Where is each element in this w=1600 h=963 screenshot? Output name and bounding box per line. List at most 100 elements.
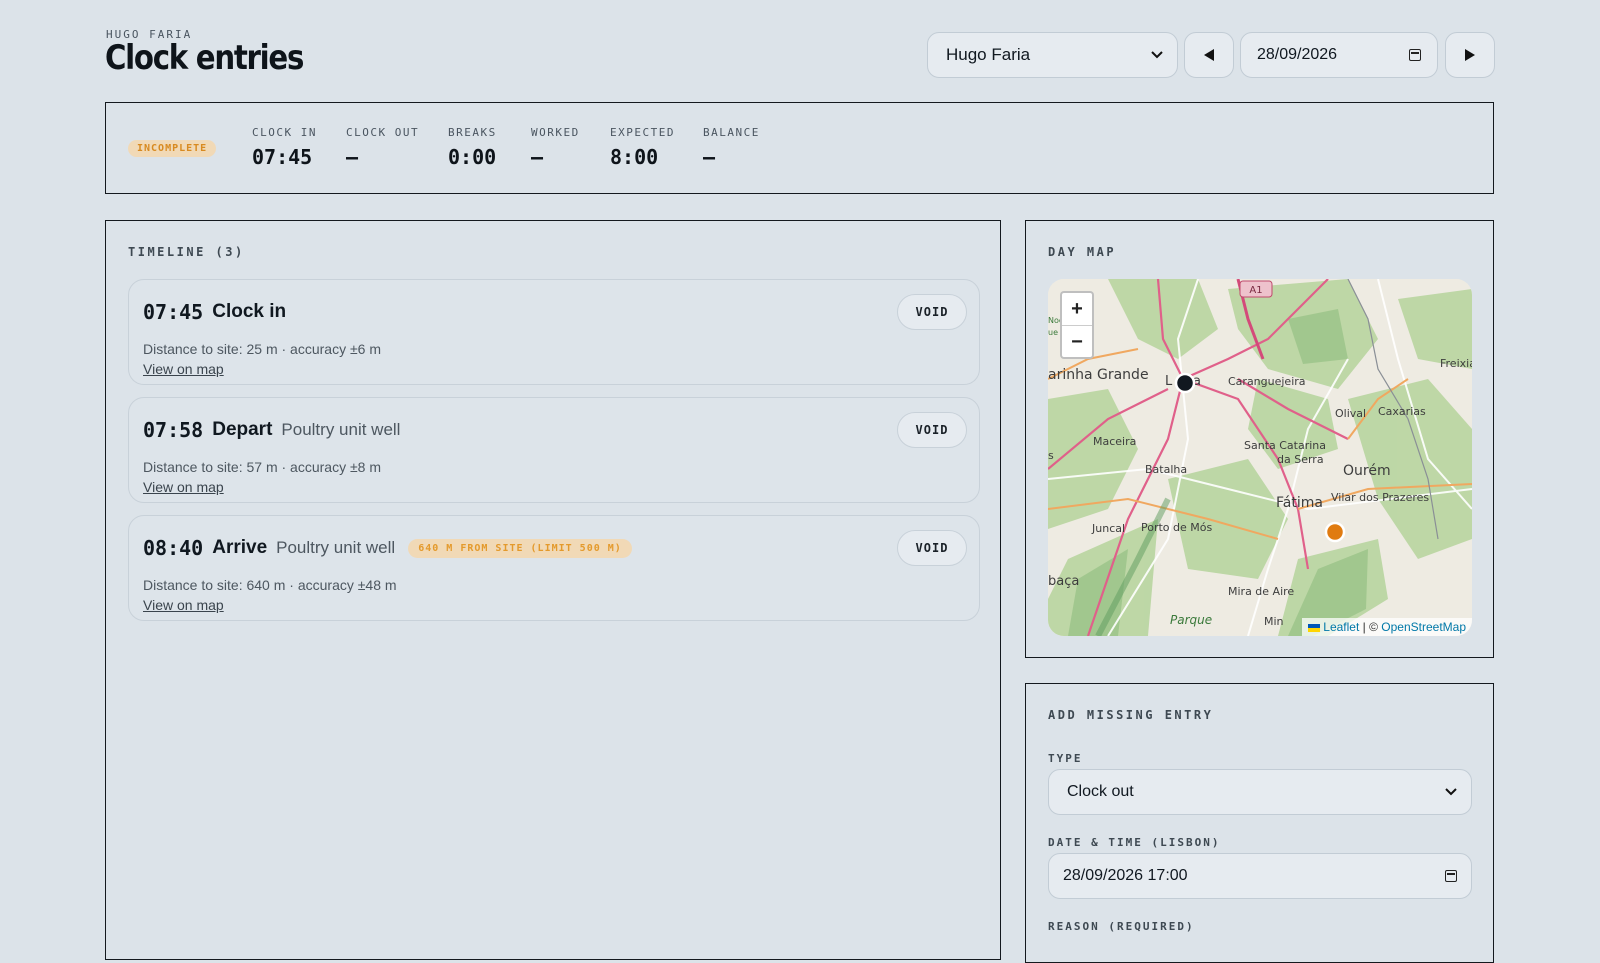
view-on-map-link[interactable]: View on map [143, 479, 224, 495]
leaflet-link[interactable]: Leaflet [1323, 620, 1359, 634]
entry-time: 07:45 [143, 300, 204, 324]
map-label: Caxarias [1378, 405, 1426, 418]
entry-place: Poultry unit well [281, 420, 401, 439]
entry-marker-primary [1174, 372, 1196, 394]
map-tiles: arinha Grande L a Caranguejeira Freixia … [1048, 279, 1472, 636]
stat-value: — [531, 145, 544, 169]
timeline-entry: 08:40 Arrive Poultry unit well 640 M FRO… [128, 515, 980, 621]
stat-clock-out: CLOCK OUT — [346, 126, 419, 169]
entry-type-select[interactable]: Clock out [1048, 769, 1472, 815]
map-label: Olival [1335, 407, 1366, 420]
employee-select[interactable]: Hugo Faria [927, 32, 1178, 78]
stat-value: — [346, 145, 359, 169]
triangle-right-icon [1465, 49, 1475, 61]
map-label: baça [1048, 574, 1079, 589]
map-label: Freixia [1440, 357, 1472, 370]
void-button[interactable]: VOID [897, 294, 967, 330]
stat-value: 07:45 [252, 145, 313, 169]
openstreetmap-link[interactable]: OpenStreetMap [1381, 620, 1466, 634]
add-missing-entry-panel: ADD MISSING ENTRY TYPE Clock out DATE & … [1025, 683, 1494, 963]
calendar-icon[interactable] [1445, 870, 1457, 882]
void-button[interactable]: VOID [897, 412, 967, 448]
stat-value: 8:00 [610, 145, 659, 169]
entry-place: Poultry unit well [276, 538, 396, 557]
map-label: s [1048, 449, 1054, 462]
chevron-down-icon [1445, 788, 1457, 796]
stat-label: BALANCE [703, 126, 760, 139]
entry-meta: Distance to site: 57 m · accuracy ±8 m [143, 459, 381, 475]
attribution-separator: | © [1359, 620, 1382, 634]
reason-label: REASON (REQUIRED) [1048, 920, 1195, 933]
add-entry-heading: ADD MISSING ENTRY [1048, 708, 1214, 722]
entry-type: Arrive [212, 537, 268, 558]
stat-expected: EXPECTED 8:00 [610, 126, 675, 169]
map-label: Vilar dos Prazeres [1331, 491, 1429, 504]
timeline-heading: TIMELINE (3) [128, 245, 245, 259]
map-label: Maceira [1093, 435, 1136, 448]
map-label: Porto de Mós [1141, 521, 1213, 534]
entry-marker-warning [1324, 521, 1346, 543]
timeline-panel: TIMELINE (3) 07:45 Clock in Distance to … [105, 220, 1001, 960]
stat-balance: BALANCE — [703, 126, 760, 169]
stat-breaks: BREAKS 0:00 [448, 126, 497, 169]
triangle-left-icon [1204, 49, 1214, 61]
map-label: Batalha [1145, 463, 1187, 476]
map-attribution: Leaflet | © OpenStreetMap [1302, 618, 1472, 636]
map-label: Juncal [1091, 522, 1125, 535]
entry-type: Clock in [212, 301, 287, 322]
chevron-down-icon [1151, 51, 1163, 59]
timeline-entry: 07:58 Depart Poultry unit well Distance … [128, 397, 980, 503]
road-label: A1 [1249, 285, 1262, 296]
zoom-out-button[interactable]: − [1062, 326, 1092, 358]
entry-type: Depart [212, 419, 273, 440]
ukraine-flag-icon [1308, 623, 1321, 632]
next-day-button[interactable] [1445, 32, 1495, 78]
stat-clock-in: CLOCK IN 07:45 [252, 126, 317, 169]
stat-worked: WORKED — [531, 126, 580, 169]
map-label: L [1165, 374, 1173, 389]
employee-select-value: Hugo Faria [946, 45, 1031, 64]
map-label: Parque [1170, 613, 1212, 627]
datetime-value: 28/09/2026 17:00 [1063, 867, 1188, 884]
zoom-in-button[interactable]: + [1062, 293, 1092, 326]
day-summary: INCOMPLETE CLOCK IN 07:45 CLOCK OUT — BR… [105, 102, 1494, 194]
map-label: Min [1264, 615, 1284, 628]
entry-meta: Distance to site: 640 m · accuracy ±48 m [143, 577, 397, 593]
entry-time: 08:40 [143, 536, 204, 560]
map-label: Ourém [1343, 463, 1391, 479]
map-label: da Serra [1277, 453, 1324, 466]
map-label: ue [1048, 328, 1058, 337]
map-view[interactable]: arinha Grande L a Caranguejeira Freixia … [1048, 279, 1472, 636]
calendar-icon[interactable] [1409, 49, 1421, 61]
stat-label: CLOCK OUT [346, 126, 420, 139]
datetime-label: DATE & TIME (LISBON) [1048, 836, 1221, 849]
map-zoom-control: + − [1060, 291, 1094, 359]
datetime-input[interactable]: 28/09/2026 17:00 [1048, 853, 1472, 899]
stat-label: CLOCK IN [252, 126, 317, 139]
entry-type-value: Clock out [1067, 783, 1134, 800]
timeline-entry: 07:45 Clock in Distance to site: 25 m · … [128, 279, 980, 385]
distance-warning-badge: 640 M FROM SITE (LIMIT 500 M) [408, 538, 632, 558]
stat-label: EXPECTED [610, 126, 675, 139]
map-label: arinha Grande [1048, 367, 1149, 383]
view-on-map-link[interactable]: View on map [143, 597, 224, 613]
date-input[interactable]: 28/09/2026 [1240, 32, 1438, 78]
stat-value: — [703, 145, 716, 169]
map-heading: DAY MAP [1048, 245, 1117, 259]
map-label: Fátima [1276, 495, 1323, 511]
stat-value: 0:00 [448, 145, 497, 169]
previous-day-button[interactable] [1184, 32, 1234, 78]
date-input-value: 28/09/2026 [1257, 46, 1338, 63]
map-label: Caranguejeira [1228, 375, 1306, 388]
type-label: TYPE [1048, 752, 1083, 765]
stat-label: BREAKS [448, 126, 497, 139]
view-on-map-link[interactable]: View on map [143, 361, 224, 377]
void-button[interactable]: VOID [897, 530, 967, 566]
day-map-panel: DAY MAP arinha Grande L a Caranguejeira … [1025, 220, 1494, 658]
map-label: Santa Catarina [1244, 439, 1326, 452]
entry-time: 07:58 [143, 418, 204, 442]
page-title: Clock entries [105, 38, 304, 78]
stat-label: WORKED [531, 126, 580, 139]
status-badge: INCOMPLETE [128, 140, 217, 157]
entry-meta: Distance to site: 25 m · accuracy ±6 m [143, 341, 381, 357]
